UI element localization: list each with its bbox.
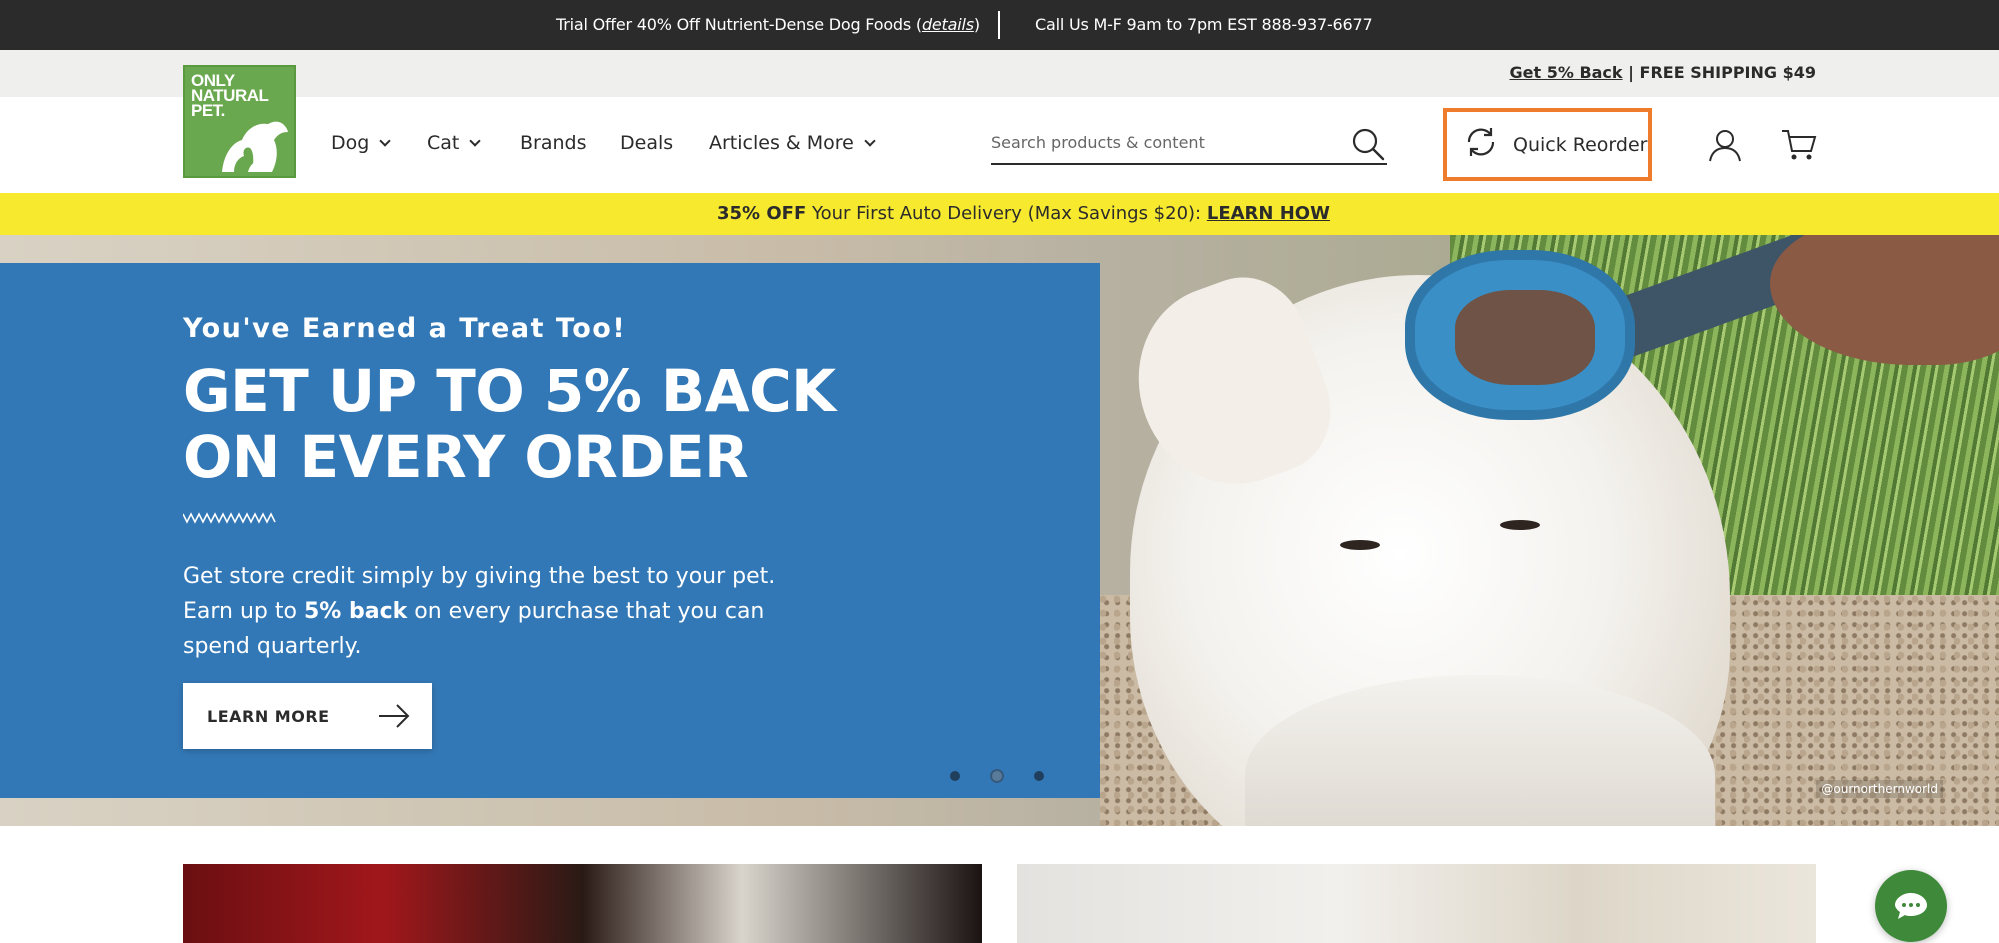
auto-delivery-discount: 35% OFF (717, 203, 807, 224)
hero-headline-line-1: GET UP TO 5% BACK (183, 357, 836, 425)
hero-headline-line-2: ON EVERY ORDER (183, 423, 749, 491)
category-card-dog[interactable] (183, 864, 982, 943)
announcement-bar: Trial Offer 40% Off Nutrient-Dense Dog F… (0, 0, 1999, 50)
nav-item-dog[interactable]: Dog (331, 132, 391, 154)
site-logo[interactable]: ONLY NATURAL PET. (183, 65, 296, 178)
hero-eyebrow: You've Earned a Treat Too! (183, 313, 627, 344)
auto-delivery-desc: Your First Auto Delivery (Max Savings $2… (806, 203, 1207, 224)
quick-reorder-label: Quick Reorder (1513, 133, 1648, 156)
carousel-dots (950, 769, 1044, 783)
chat-button[interactable] (1875, 870, 1947, 942)
trial-offer-text: Trial Offer 40% Off Nutrient-Dense Dog F… (556, 15, 980, 34)
food-scoop-image (1405, 250, 1635, 420)
quick-reorder-button[interactable]: Quick Reorder (1443, 108, 1652, 181)
carousel-dot-1[interactable] (950, 771, 960, 781)
hero-body-bold: 5% back (303, 599, 408, 624)
auto-delivery-banner: 35% OFF Your First Auto Delivery (Max Sa… (0, 193, 1999, 235)
call-us-text: Call Us M-F 9am to 7pm EST 888-937-6677 (1035, 15, 1373, 34)
nav-item-deals[interactable]: Deals (620, 132, 673, 154)
auto-delivery-text: 35% OFF Your First Auto Delivery (Max Sa… (717, 203, 1330, 224)
nav-item-cat[interactable]: Cat (427, 132, 482, 154)
chevron-down-icon (469, 134, 482, 147)
nav-label-brands: Brands (520, 132, 587, 154)
chevron-down-icon (864, 134, 876, 147)
account-button[interactable] (1708, 128, 1742, 166)
hero-body: Get store credit simply by giving the be… (183, 559, 783, 664)
promo-strip-right: Get 5% Back | FREE SHIPPING $49 (1510, 63, 1817, 82)
learn-more-label: LEARN MORE (207, 706, 330, 726)
user-icon (1709, 130, 1741, 162)
cart-button[interactable] (1781, 128, 1817, 166)
nav-item-articles[interactable]: Articles & More (709, 132, 876, 154)
chat-icon (1895, 893, 1927, 919)
nav-label-cat: Cat (427, 132, 460, 154)
search-bar (991, 123, 1387, 165)
search-icon[interactable] (1351, 127, 1385, 165)
category-card-cat[interactable] (1017, 864, 1816, 943)
get-5-back-link[interactable]: Get 5% Back (1510, 63, 1623, 82)
nav-item-brands[interactable]: Brands (520, 132, 587, 154)
squiggle-divider-icon (183, 512, 276, 524)
learn-more-button[interactable]: LEARN MORE (183, 683, 432, 749)
promo-strip: Get 5% Back | FREE SHIPPING $49 (0, 50, 1999, 97)
trial-offer-suffix: ) (973, 15, 980, 34)
carousel-dot-2[interactable] (990, 769, 1004, 783)
carousel-dot-3[interactable] (1034, 771, 1044, 781)
trial-offer-label: Trial Offer 40% Off Nutrient-Dense Dog F… (556, 15, 922, 34)
hero-panel: You've Earned a Treat Too! GET UP TO 5% … (0, 263, 1100, 798)
photo-credit: @ournorthernworld (1816, 780, 1943, 798)
pets-silhouette-icon (222, 121, 288, 172)
details-link[interactable]: details (922, 15, 974, 34)
refresh-icon (1463, 124, 1499, 165)
search-input[interactable] (991, 133, 1331, 152)
nav-label-articles: Articles & More (709, 132, 854, 154)
nav-label-deals: Deals (620, 132, 674, 154)
topbar-divider (998, 11, 1000, 39)
learn-how-link[interactable]: LEARN HOW (1207, 203, 1330, 224)
hero-headline: GET UP TO 5% BACK ON EVERY ORDER (183, 358, 836, 490)
cart-icon (1782, 130, 1817, 160)
nav-label-dog: Dog (331, 132, 370, 154)
free-shipping-text: | FREE SHIPPING $49 (1622, 63, 1816, 82)
arrow-right-icon (379, 704, 410, 728)
hero-carousel: @ournorthernworld You've Earned a Treat … (0, 235, 1999, 826)
chevron-down-icon (379, 134, 391, 147)
